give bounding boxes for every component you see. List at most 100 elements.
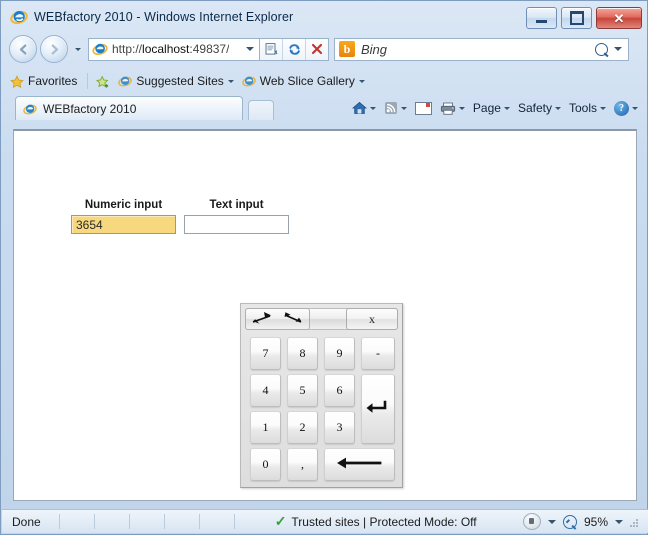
keypad-key-5[interactable]: 5 (287, 374, 318, 407)
minimize-button[interactable] (526, 7, 557, 29)
chevron-down-icon[interactable] (228, 80, 234, 83)
ie-e-icon (23, 102, 37, 116)
keypad-resize-handle[interactable] (245, 308, 310, 330)
ie-logo-icon (10, 8, 28, 26)
zoom-icon[interactable] (560, 512, 580, 532)
privacy-report-icon[interactable] (523, 513, 541, 530)
close-icon: ✕ (614, 12, 625, 25)
numeric-input[interactable]: 3654 (71, 215, 176, 234)
close-icon (310, 42, 324, 56)
chevron-down-icon (246, 47, 254, 51)
title-bar: WEBfactory 2010 - Windows Internet Explo… (2, 2, 648, 32)
favorites-divider (87, 73, 88, 89)
keypad-key-9[interactable]: 9 (324, 337, 355, 370)
back-button[interactable] (9, 35, 37, 63)
window-title: WEBfactory 2010 - Windows Internet Explo… (34, 10, 293, 24)
keypad-key-enter[interactable] (361, 374, 395, 444)
tab-label: WEBfactory 2010 (43, 102, 136, 116)
chevron-down-icon[interactable] (359, 80, 365, 83)
security-zone[interactable]: ✓ Trusted sites | Protected Mode: Off (275, 513, 477, 530)
keypad-key-4[interactable]: 4 (250, 374, 281, 407)
refresh-icon (287, 42, 302, 57)
keypad-key-6[interactable]: 6 (324, 374, 355, 407)
feeds-button[interactable] (380, 98, 411, 118)
favorites-bar: Favorites Suggested Sites Web Slice Gal (2, 69, 648, 93)
backspace-arrow-icon (335, 456, 385, 474)
chevron-down-icon[interactable] (615, 520, 623, 524)
tools-menu-button[interactable]: Tools (565, 98, 610, 118)
web-slice-gallery-label: Web Slice Gallery (260, 74, 355, 88)
address-bar[interactable]: http://localhost:49837/ (88, 38, 260, 61)
bing-logo-icon: b (339, 41, 355, 57)
forward-button[interactable] (40, 35, 68, 63)
print-button[interactable] (436, 98, 469, 118)
status-bar: Done ✓ Trusted sites | Protected Mode: O… (2, 509, 648, 533)
status-dividers (59, 514, 269, 529)
numeric-input-label: Numeric input (71, 199, 176, 211)
search-input[interactable]: Bing (361, 42, 387, 57)
add-star-icon (96, 75, 110, 88)
safety-menu-label: Safety (518, 101, 552, 115)
chevron-down-icon[interactable] (548, 520, 556, 524)
printer-icon (440, 102, 456, 115)
compatibility-view-button[interactable] (260, 39, 283, 60)
chevron-down-icon (600, 107, 606, 110)
address-url: http://localhost:49837/ (112, 42, 229, 56)
keypad-key-7[interactable]: 7 (250, 337, 281, 370)
status-right-controls: 95% (523, 513, 648, 530)
keypad-key-8[interactable]: 8 (287, 337, 318, 370)
chevron-down-icon (75, 48, 81, 51)
address-bar-row: http://localhost:49837/ (2, 33, 648, 65)
check-icon: ✓ (275, 513, 287, 530)
resize-arrow-icon-left (251, 311, 273, 328)
text-input-label: Text input (184, 199, 289, 211)
keypad-close-button[interactable]: x (346, 308, 398, 330)
maximize-button[interactable] (561, 7, 592, 29)
resize-arrow-icon-right (282, 311, 304, 328)
chevron-down-icon (504, 107, 510, 110)
chevron-down-icon (555, 107, 561, 110)
safety-menu-button[interactable]: Safety (514, 98, 565, 118)
keypad-key-1[interactable]: 1 (250, 411, 281, 444)
page-favicon-icon (92, 41, 108, 57)
keypad-key-backspace[interactable] (324, 448, 395, 481)
help-icon: ? (614, 101, 629, 116)
new-tab-button[interactable] (248, 100, 274, 120)
compatibility-view-icon (264, 42, 278, 56)
search-box[interactable]: b Bing (334, 38, 629, 61)
web-slice-gallery-item[interactable]: Web Slice Gallery (242, 74, 365, 88)
chevron-down-icon[interactable] (370, 107, 376, 110)
back-arrow-icon (17, 43, 30, 56)
security-zone-label: Trusted sites | Protected Mode: Off (291, 515, 476, 529)
browser-window: WEBfactory 2010 - Windows Internet Explo… (0, 0, 648, 535)
chevron-down-icon[interactable] (459, 107, 465, 110)
read-mail-button[interactable] (411, 98, 436, 118)
home-button[interactable] (348, 98, 380, 118)
chevron-down-icon[interactable] (614, 47, 622, 51)
enter-arrow-icon (365, 399, 391, 419)
refresh-button[interactable] (283, 39, 306, 60)
rss-icon (384, 101, 398, 115)
favorites-button[interactable]: Favorites (10, 74, 77, 88)
keypad-key-3[interactable]: 3 (324, 411, 355, 444)
keypad-key-minus[interactable]: - (361, 337, 395, 370)
search-icon[interactable] (592, 40, 610, 58)
zoom-level-label[interactable]: 95% (584, 515, 608, 529)
close-button[interactable]: ✕ (596, 7, 642, 29)
keypad-key-2[interactable]: 2 (287, 411, 318, 444)
mail-icon (415, 102, 432, 115)
keypad-key-0[interactable]: 0 (250, 448, 281, 481)
address-dropdown-button[interactable] (241, 39, 259, 60)
help-menu-button[interactable]: ? (610, 98, 642, 118)
suggested-sites-item[interactable]: Suggested Sites (118, 74, 233, 88)
text-input[interactable] (184, 215, 289, 234)
recent-pages-dropdown[interactable] (72, 44, 83, 55)
chevron-down-icon[interactable] (401, 107, 407, 110)
page-menu-button[interactable]: Page (469, 98, 514, 118)
resize-grip[interactable] (630, 517, 640, 527)
suggested-sites-label: Suggested Sites (136, 74, 223, 88)
add-to-favorites-bar-button[interactable] (96, 75, 110, 88)
keypad-key-comma[interactable]: , (287, 448, 318, 481)
stop-button[interactable] (306, 39, 328, 60)
tab-webfactory-2010[interactable]: WEBfactory 2010 (15, 96, 243, 120)
